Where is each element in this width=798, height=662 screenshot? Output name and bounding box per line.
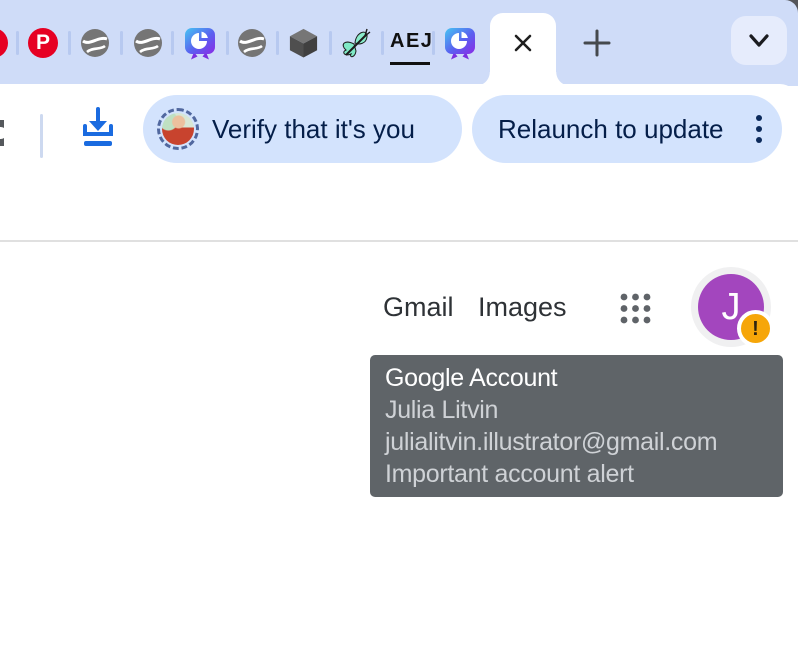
tooltip-account-name: Julia Litvin	[385, 394, 768, 426]
globe-icon[interactable]	[133, 28, 163, 58]
verify-avatar-ring	[157, 108, 199, 150]
tab-separator	[68, 31, 71, 55]
account-tooltip: Google Account Julia Litvin julialitvin.…	[370, 355, 783, 497]
browser-toolbar: Verify that it's you Relaunch to update	[0, 84, 798, 240]
images-link[interactable]: Images	[478, 291, 567, 323]
tooltip-title: Google Account	[385, 362, 768, 394]
chrome-content-divider	[0, 240, 798, 242]
globe-icon[interactable]	[237, 28, 267, 58]
tab-list-button[interactable]	[731, 16, 787, 65]
close-icon	[512, 32, 534, 54]
account-alert-badge: !	[737, 310, 774, 347]
tab-close-button[interactable]	[510, 30, 536, 56]
verify-identity-button[interactable]: Verify that it's you	[143, 95, 462, 163]
tooltip-alert-text: Important account alert	[385, 458, 768, 490]
verify-button-label: Verify that it's you	[212, 114, 415, 145]
tab-strip: P	[0, 0, 798, 86]
globe-icon[interactable]	[80, 28, 110, 58]
google-apps-button[interactable]	[616, 289, 654, 327]
download-icon	[76, 104, 120, 152]
tooltip-account-email: julialitvin.illustrator@gmail.com	[385, 426, 768, 458]
alert-exclamation: !	[752, 319, 759, 339]
pinterest-letter: P	[36, 31, 50, 55]
tab-separator	[432, 31, 435, 55]
apps-grid-icon	[617, 290, 654, 327]
cube-icon[interactable]	[287, 26, 320, 59]
tab-separator	[329, 31, 332, 55]
browser-window: P	[0, 0, 798, 662]
tab-separator	[226, 31, 229, 55]
butterfly-icon[interactable]	[338, 25, 372, 59]
account-avatar-button[interactable]: J !	[691, 267, 771, 347]
new-tab-button[interactable]	[581, 27, 613, 59]
pie-presentation-icon[interactable]	[443, 26, 477, 60]
tab-separator	[276, 31, 279, 55]
aej-label: AEJ	[390, 30, 433, 52]
tab-separator	[120, 31, 123, 55]
relaunch-button-label: Relaunch to update	[498, 114, 724, 145]
pinterest-partial-icon[interactable]	[0, 28, 8, 58]
tab-separator	[381, 31, 384, 55]
toolbar-divider	[40, 114, 43, 158]
profile-photo-icon	[162, 113, 194, 145]
kebab-menu-icon[interactable]	[752, 109, 766, 149]
chevron-down-icon	[747, 33, 771, 49]
gmail-link[interactable]: Gmail	[383, 291, 454, 323]
downloads-button[interactable]	[74, 104, 122, 152]
pie-presentation-icon[interactable]	[183, 26, 217, 60]
tab-separator	[171, 31, 174, 55]
relaunch-to-update-button[interactable]: Relaunch to update	[472, 95, 782, 163]
plus-icon	[582, 28, 612, 58]
extensions-puzzle-icon[interactable]	[0, 106, 14, 152]
pinterest-icon[interactable]: P	[28, 28, 58, 58]
tab-separator	[16, 31, 19, 55]
aej-text-favicon[interactable]: AEJ	[390, 30, 430, 65]
active-tab[interactable]	[490, 13, 556, 86]
